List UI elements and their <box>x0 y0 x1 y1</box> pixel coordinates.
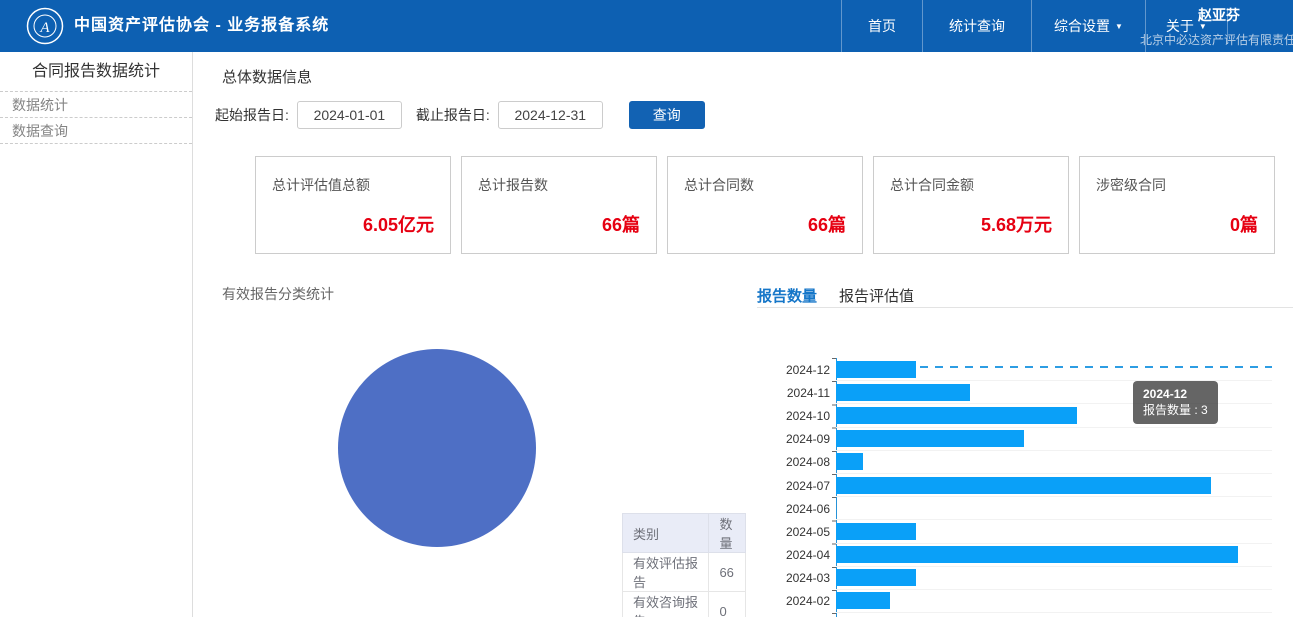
bar-2024-10[interactable] <box>836 407 1077 424</box>
bar-category-label: 2024-04 <box>780 548 830 562</box>
sidebar-title: 合同报告数据统计 <box>0 52 192 92</box>
user-company: 北京中必达资产评估有限责任公 <box>1140 31 1293 48</box>
bar-plot-area <box>836 590 1272 613</box>
chart-tooltip: 2024-12 报告数量 : 3 <box>1133 381 1218 424</box>
bar-row: 2024-02 <box>780 590 1293 613</box>
tooltip-category: 2024-12 <box>1143 386 1208 402</box>
sidebar: 合同报告数据统计 数据统计 数据查询 <box>0 52 193 617</box>
bar-category-label: 2024-05 <box>780 525 830 539</box>
nav-item-stats-query[interactable]: 统计查询 <box>922 0 1031 52</box>
pie-chart[interactable] <box>338 349 536 547</box>
bar-plot-area <box>836 497 1272 520</box>
tabs-divider <box>757 307 1293 308</box>
bar-category-label: 2024-09 <box>780 432 830 446</box>
bar-2024-07[interactable] <box>836 477 1211 494</box>
bar-row: 2024-05 <box>780 520 1293 543</box>
bar-row: 2024-07 <box>780 474 1293 497</box>
bar-plot-area <box>836 428 1272 451</box>
bar-row: 2024-09 <box>780 428 1293 451</box>
bar-category-label: 2024-07 <box>780 479 830 493</box>
bar-2024-03[interactable] <box>836 569 916 586</box>
svg-text:A: A <box>39 20 50 36</box>
bar-plot-area <box>836 544 1272 567</box>
tab-report-count[interactable]: 报告数量 <box>757 285 817 306</box>
query-button[interactable]: 查询 <box>629 101 705 129</box>
stat-card-classified-contracts: 涉密级合同 0篇 <box>1079 156 1275 254</box>
bar-row: 2024-04 <box>780 544 1293 567</box>
bar-plot-area <box>836 451 1272 474</box>
table-row: 有效咨询报告 0 <box>623 592 746 617</box>
tab-report-appraisal-value[interactable]: 报告评估值 <box>839 285 914 306</box>
bar-plot-area <box>836 474 1272 497</box>
bar-2024-09[interactable] <box>836 430 1024 447</box>
bar-row: 2024-12 <box>780 358 1293 381</box>
app-header: A 中国资产评估协会 - 业务报备系统 首页 统计查询 综合设置 ▼ 关于 ▼ … <box>0 0 1293 52</box>
table-row: 有效评估报告 66 <box>623 553 746 592</box>
bar-plot-area <box>836 567 1272 590</box>
sidebar-item-data-query[interactable]: 数据查询 <box>0 118 192 144</box>
bar-category-label: 2024-03 <box>780 571 830 585</box>
bar-2024-05[interactable] <box>836 523 916 540</box>
nav-item-settings[interactable]: 综合设置 ▼ <box>1031 0 1145 52</box>
section-title-overall-data: 总体数据信息 <box>222 66 312 87</box>
bar-2024-02[interactable] <box>836 592 890 609</box>
stat-card-total-reports: 总计报告数 66篇 <box>461 156 657 254</box>
pie-chart-title: 有效报告分类统计 <box>222 284 334 304</box>
filter-row: 起始报告日: 截止报告日: 查询 <box>215 101 705 129</box>
bar-row: 2024-03 <box>780 567 1293 590</box>
app-title: 中国资产评估协会 - 业务报备系统 <box>74 0 329 52</box>
bar-category-label: 2024-08 <box>780 455 830 469</box>
stat-card-total-contract-amount: 总计合同金额 5.68万元 <box>873 156 1069 254</box>
stat-value: 5.68万元 <box>981 211 1052 237</box>
stat-cards: 总计评估值总额 6.05亿元 总计报告数 66篇 总计合同数 66篇 总计合同金… <box>255 156 1275 254</box>
stat-card-total-contracts: 总计合同数 66篇 <box>667 156 863 254</box>
bar-2024-12[interactable] <box>836 361 916 378</box>
bar-plot-area <box>836 520 1272 543</box>
table-header-category: 类别 <box>623 514 709 553</box>
tooltip-value: 报告数量 : 3 <box>1143 402 1208 418</box>
bar-category-label: 2024-11 <box>780 386 830 400</box>
bar-2024-08[interactable] <box>836 453 863 470</box>
stat-value: 6.05亿元 <box>363 211 434 237</box>
sidebar-item-data-statistics[interactable]: 数据统计 <box>0 92 192 118</box>
bar-row: 2024-08 <box>780 451 1293 474</box>
end-date-label: 截止报告日: <box>416 105 490 125</box>
category-table: 类别 数量 有效评估报告 66 有效咨询报告 0 <box>622 513 746 617</box>
bar-row: 2024-06 <box>780 497 1293 520</box>
end-date-input[interactable] <box>498 101 603 129</box>
start-date-label: 起始报告日: <box>215 105 289 125</box>
nav-item-home[interactable]: 首页 <box>841 0 922 52</box>
bar-category-label: 2024-12 <box>780 363 830 377</box>
bar-category-label: 2024-06 <box>780 502 830 516</box>
stat-value: 66篇 <box>808 211 846 237</box>
bar-plot-area <box>836 358 1272 381</box>
user-block[interactable]: 赵亚芬 北京中必达资产评估有限责任公 <box>1140 5 1293 48</box>
bar-category-label: 2024-10 <box>780 409 830 423</box>
chart-tabs: 报告数量 报告评估值 <box>757 285 936 306</box>
stat-card-total-appraisal-value: 总计评估值总额 6.05亿元 <box>255 156 451 254</box>
association-logo-icon: A <box>26 7 64 45</box>
axis-pointer-dashed-line <box>920 366 1272 368</box>
bar-2024-04[interactable] <box>836 546 1238 563</box>
user-name: 赵亚芬 <box>1198 5 1293 25</box>
stat-value: 66篇 <box>602 211 640 237</box>
start-date-input[interactable] <box>297 101 402 129</box>
bar-2024-11[interactable] <box>836 384 970 401</box>
bar-category-label: 2024-02 <box>780 594 830 608</box>
table-header-count: 数量 <box>709 514 746 553</box>
page: A 中国资产评估协会 - 业务报备系统 首页 统计查询 综合设置 ▼ 关于 ▼ … <box>0 0 1293 617</box>
stat-value: 0篇 <box>1230 211 1258 237</box>
table-header-row: 类别 数量 <box>623 514 746 553</box>
